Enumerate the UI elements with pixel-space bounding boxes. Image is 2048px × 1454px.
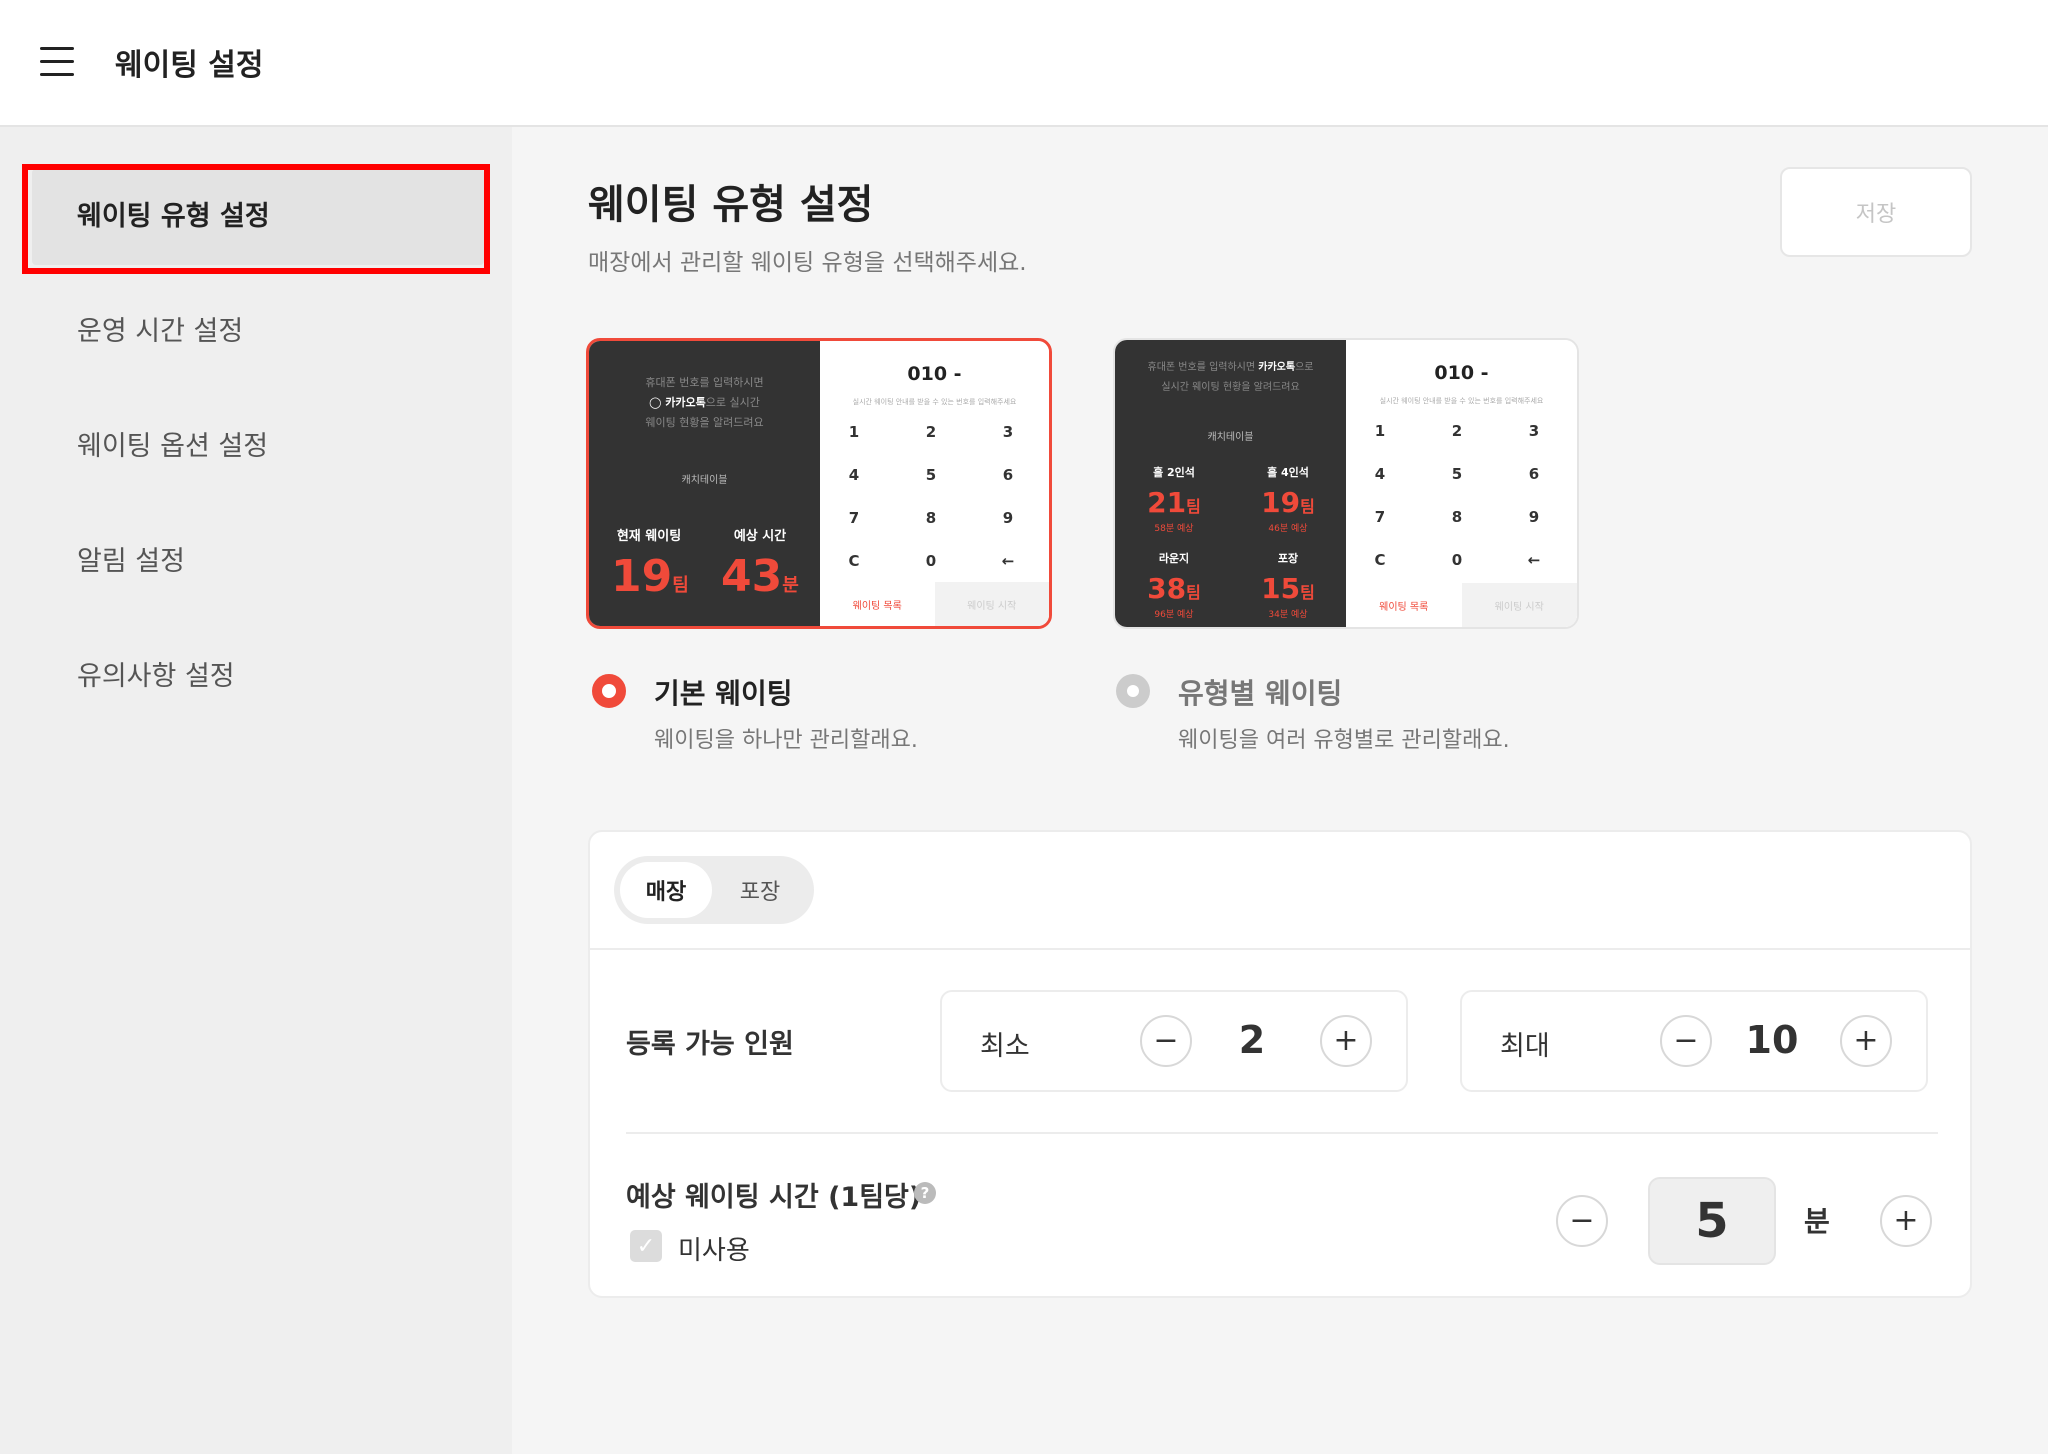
key-1: 1	[1374, 422, 1386, 440]
key-4: 4	[1374, 465, 1386, 483]
min-decrement-button[interactable]: −	[1140, 1015, 1192, 1067]
wait-time-label: 예상 웨이팅 시간 (1팀당)	[626, 1182, 922, 1213]
preview-cell-lounge: 라운지 38팀 96분 예상	[1147, 552, 1201, 620]
preview-note-line2: 실시간 웨이팅 현황을 알려드려요	[1161, 382, 1300, 393]
key-5: 5	[1451, 465, 1463, 483]
time-decrement-button[interactable]: −	[1556, 1195, 1608, 1247]
sidebar-item-operating-hours[interactable]: 운영 시간 설정	[32, 284, 484, 380]
menu-icon[interactable]	[40, 47, 74, 77]
sidebar-item-notifications[interactable]: 알림 설정	[32, 514, 484, 610]
key-6: 6	[1528, 465, 1540, 483]
preview-note-line3: 웨이팅 현황을 알려드려요	[645, 416, 764, 429]
preview-note-line1: 휴대폰 번호를 입력하시면 카카오톡으로	[1147, 362, 1314, 373]
radio-selected-icon[interactable]	[592, 674, 626, 708]
key-8: 8	[1451, 508, 1463, 526]
key-8: 8	[925, 509, 937, 527]
settings-card: 매장 포장 등록 가능 인원 최소 − 2 + 최대 − 10 + 예상 웨이팅…	[588, 830, 1972, 1298]
unused-checkbox[interactable]: ✓	[630, 1230, 662, 1262]
preview-store-name: 캐치테이블	[1207, 432, 1254, 443]
key-7: 7	[1374, 508, 1386, 526]
preview-keypad: 010 - 실시간 웨이팅 안내를 받을 수 있는 번호를 입력해주세요 1 2…	[1346, 340, 1577, 627]
key-6: 6	[1002, 466, 1014, 484]
tab-group: 매장 포장	[614, 856, 814, 924]
min-increment-button[interactable]: +	[1320, 1015, 1372, 1067]
check-icon: ✓	[636, 1233, 656, 1259]
option-desc: 웨이팅을 여러 유형별로 관리할래요.	[1178, 728, 1510, 753]
preview-phone: 010 -	[907, 363, 962, 385]
save-button[interactable]: 저장	[1780, 167, 1972, 257]
preview-keypad: 010 - 실시간 웨이팅 안내를 받을 수 있는 번호를 입력해주세요 1 2…	[820, 341, 1049, 626]
capacity-label: 등록 가능 인원	[626, 1029, 794, 1060]
preview-basic-waiting[interactable]: 휴대폰 번호를 입력하시면 ◯ 카카오톡으로 실시간 웨이팅 현황을 알려드려요…	[586, 338, 1052, 629]
max-value: 10	[1745, 1018, 1799, 1062]
preview-label-time: 예상 시간	[733, 529, 787, 544]
divider	[626, 1132, 1938, 1134]
backspace-icon: ←	[1001, 552, 1015, 570]
top-bar: 웨이팅 설정	[0, 0, 2048, 127]
backspace-icon: ←	[1527, 551, 1541, 569]
preview-cell-hall2: 홀 2인석 21팀 58분 예상	[1147, 466, 1201, 534]
preview-start-button: 웨이팅 시작	[934, 582, 1049, 626]
preview-start-button: 웨이팅 시작	[1461, 583, 1577, 627]
key-7: 7	[848, 509, 860, 527]
preview-cell-takeout: 포장 15팀 34분 예상	[1261, 552, 1315, 620]
app-title: 웨이팅 설정	[115, 48, 264, 83]
key-3: 3	[1002, 423, 1014, 441]
time-unit: 분	[1804, 1205, 1830, 1238]
page-title: 웨이팅 유형 설정	[588, 182, 874, 228]
key-9: 9	[1528, 508, 1540, 526]
max-stepper: 최대 − 10 +	[1460, 990, 1928, 1092]
preview-note-line2: ◯ 카카오톡으로 실시간	[649, 396, 760, 409]
sidebar-item-waiting-options[interactable]: 웨이팅 옵션 설정	[32, 399, 484, 495]
preview-store-name: 캐치테이블	[681, 475, 728, 486]
preview-typed-waiting[interactable]: 휴대폰 번호를 입력하시면 카카오톡으로 실시간 웨이팅 현황을 알려드려요 캐…	[1113, 338, 1579, 629]
option-title: 기본 웨이팅	[654, 677, 793, 710]
help-icon[interactable]: ?	[914, 1182, 936, 1204]
page-subtitle: 매장에서 관리할 웨이팅 유형을 선택해주세요.	[588, 250, 1027, 276]
sidebar-item-notices[interactable]: 유의사항 설정	[32, 629, 484, 725]
max-decrement-button[interactable]: −	[1660, 1015, 1712, 1067]
key-4: 4	[848, 466, 860, 484]
divider	[590, 948, 1970, 950]
preview-phone: 010 -	[1434, 362, 1489, 384]
preview-waiting-time: 43분	[721, 551, 799, 602]
preview-phone-hint: 실시간 웨이팅 안내를 받을 수 있는 번호를 입력해주세요	[852, 398, 1017, 406]
sidebar-item-waiting-type[interactable]: 웨이팅 유형 설정	[32, 169, 484, 265]
preview-cell-hall4: 홀 4인석 19팀 46분 예상	[1261, 466, 1315, 534]
main-content: 웨이팅 유형 설정 매장에서 관리할 웨이팅 유형을 선택해주세요. 저장 휴대…	[512, 127, 2048, 1454]
key-0: 0	[925, 552, 937, 570]
unused-label: 미사용	[678, 1236, 750, 1266]
max-label: 최대	[1500, 1031, 1550, 1062]
key-clear: C	[848, 552, 860, 570]
key-5: 5	[925, 466, 937, 484]
preview-list-button: 웨이팅 목록	[820, 582, 935, 626]
preview-status-panel: 휴대폰 번호를 입력하시면 카카오톡으로 실시간 웨이팅 현황을 알려드려요 캐…	[1115, 340, 1346, 627]
key-2: 2	[1451, 422, 1463, 440]
preview-list-button: 웨이팅 목록	[1346, 583, 1462, 627]
key-1: 1	[848, 423, 860, 441]
preview-note-line1: 휴대폰 번호를 입력하시면	[645, 376, 764, 389]
radio-unselected-icon[interactable]	[1116, 674, 1150, 708]
key-2: 2	[925, 423, 937, 441]
tab-dine-in[interactable]: 매장	[620, 862, 712, 918]
option-desc: 웨이팅을 하나만 관리할래요.	[654, 728, 918, 753]
key-3: 3	[1528, 422, 1540, 440]
max-increment-button[interactable]: +	[1840, 1015, 1892, 1067]
preview-status-panel: 휴대폰 번호를 입력하시면 ◯ 카카오톡으로 실시간 웨이팅 현황을 알려드려요…	[589, 341, 820, 626]
preview-waiting-count: 19팀	[611, 551, 689, 602]
min-stepper: 최소 − 2 +	[940, 990, 1408, 1092]
preview-phone-hint: 실시간 웨이팅 안내를 받을 수 있는 번호를 입력해주세요	[1379, 397, 1544, 405]
time-increment-button[interactable]: +	[1880, 1195, 1932, 1247]
key-clear: C	[1374, 551, 1386, 569]
time-value: 5	[1648, 1177, 1776, 1265]
option-title: 유형별 웨이팅	[1178, 677, 1343, 710]
key-0: 0	[1451, 551, 1463, 569]
tab-takeout[interactable]: 포장	[714, 862, 806, 918]
min-label: 최소	[980, 1031, 1030, 1062]
min-value: 2	[1238, 1018, 1266, 1062]
preview-label-waiting: 현재 웨이팅	[616, 529, 682, 544]
key-9: 9	[1002, 509, 1014, 527]
